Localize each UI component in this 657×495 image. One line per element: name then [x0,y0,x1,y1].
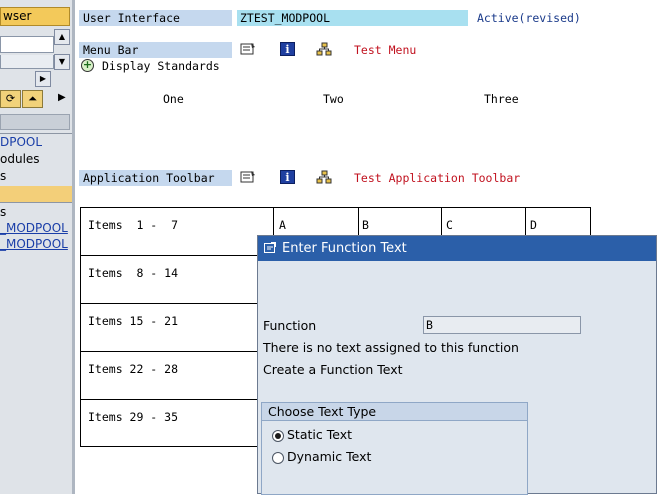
function-key-d[interactable]: D [530,218,537,232]
display-standards-label[interactable]: Display Standards [102,59,220,73]
dialog-content: Function B There is no text assigned to … [258,261,656,495]
dialog-title: Enter Function Text [282,241,407,256]
tree-item-modpool-1[interactable]: _MODPOOL [0,221,68,235]
separator [0,133,72,134]
object-navigator-pane: wser ▲ ▼ ▶ ⟳ ⏶ ▶ DPOOL odules s s _MODPO… [0,0,72,494]
navigator-header-bar [0,114,70,130]
scroll-right-button[interactable]: ▶ [35,71,51,87]
object-type-combo[interactable] [0,36,54,53]
function-key-b[interactable]: B [362,218,369,232]
static-text-radio[interactable] [272,430,284,442]
function-code-field: B [423,316,581,334]
function-label: Function [263,318,317,333]
edit-text-icon[interactable] [240,41,256,57]
info-icon[interactable]: i [279,41,295,57]
function-key-c[interactable]: C [446,218,453,232]
group-title: Choose Text Type [262,403,527,421]
items-row: Items 1 - 7 [81,208,273,256]
hierarchy-icon[interactable] [316,41,332,57]
repository-browser-tab[interactable]: wser [0,7,70,26]
status-text: Active(revised) [477,11,581,25]
more-arrow-icon[interactable]: ▶ [58,92,66,103]
expand-icon[interactable]: + [81,59,94,72]
column-divider [525,208,526,238]
no-text-message: There is no text assigned to this functi… [263,340,519,355]
items-row: Items 29 - 35 [88,410,179,424]
items-row: Items 8 - 14 [81,256,273,304]
menu-one[interactable]: One [163,91,315,107]
separator [0,202,72,203]
tree-item-modpool-2[interactable]: _MODPOOL [0,237,68,251]
column-divider [273,208,274,238]
menu-bar-label: Menu Bar [79,42,232,58]
dynamic-text-label[interactable]: Dynamic Text [287,449,371,464]
items-row: Items 22 - 28 [81,352,273,400]
column-divider [358,208,359,238]
refresh-icon[interactable]: ⟳ [0,90,21,108]
application-toolbar-title: Test Application Toolbar [352,170,592,186]
dialog-window-icon [264,242,276,253]
user-interface-label: User Interface [79,10,232,26]
menu-bar-title: Test Menu [352,42,592,58]
pane-splitter[interactable] [72,0,75,494]
tree-item-program[interactable]: DPOOL [0,135,42,149]
edit-text-icon[interactable] [240,169,256,185]
program-name-field: ZTEST_MODPOOL [237,10,468,26]
tree-item-fields[interactable]: s [0,169,6,183]
menu-two[interactable]: Two [323,91,475,107]
create-text-message: Create a Function Text [263,362,403,377]
column-divider [441,208,442,238]
svg-text:i: i [285,43,289,56]
tree-item-gui-status[interactable]: s [0,205,6,219]
hierarchy-icon[interactable] [316,169,332,185]
object-name-combo[interactable] [0,55,54,69]
dynamic-text-radio[interactable] [272,452,284,464]
tree-item-modules[interactable]: odules [0,152,40,166]
tree-item-selected[interactable] [0,186,72,202]
collapse-icon[interactable]: ⏶ [22,90,43,108]
svg-text:i: i [285,171,289,184]
choose-text-type-group: Choose Text Type Static Text Dynamic Tex… [261,402,528,495]
scroll-down-button[interactable]: ▼ [54,54,70,70]
dialog-title-bar[interactable]: Enter Function Text [258,236,656,261]
static-text-label[interactable]: Static Text [287,427,352,442]
info-icon[interactable]: i [279,169,295,185]
enter-function-text-dialog[interactable]: Enter Function Text Function B There is … [257,235,657,495]
items-row: Items 15 - 21 [81,304,273,352]
menu-three[interactable]: Three [484,91,590,107]
application-toolbar-label: Application Toolbar [79,170,232,186]
function-key-a[interactable]: A [279,218,286,232]
scroll-up-button[interactable]: ▲ [54,29,70,45]
